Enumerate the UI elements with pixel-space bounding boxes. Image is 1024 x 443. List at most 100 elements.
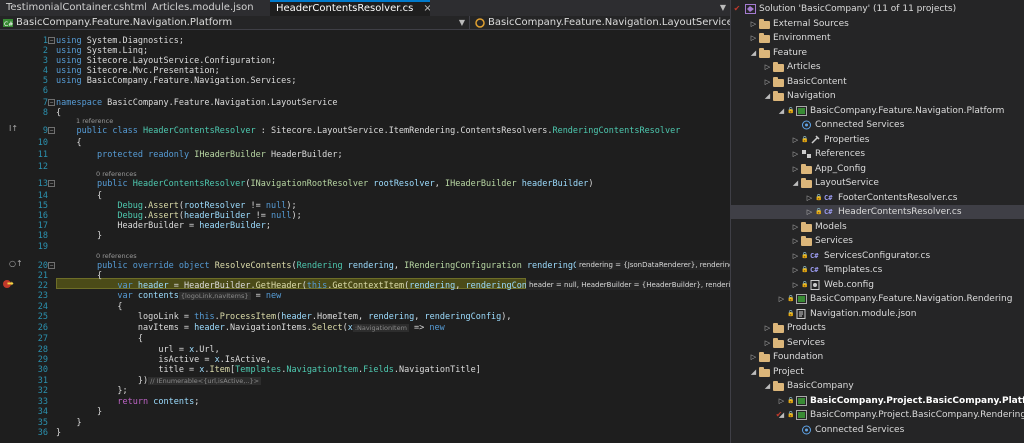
codelens-references[interactable]: 0 references xyxy=(96,252,137,260)
solution-node[interactable]: ▷ Services xyxy=(731,234,1024,248)
inline-debug-values[interactable]: rendering = {JsonDataRenderer}, renderin… xyxy=(576,260,730,270)
expanded-arrow-icon[interactable]: ◢ xyxy=(749,46,758,60)
collapse-toggle[interactable]: − xyxy=(48,180,55,187)
code-line[interactable]: }; xyxy=(56,386,127,396)
solution-node[interactable]: ▷ 🔒 C# Templates.cs xyxy=(731,263,1024,277)
code-line[interactable]: { xyxy=(56,334,143,344)
code-area[interactable]: using System.Diagnostics; using System.Li… xyxy=(56,31,730,443)
solution-node[interactable]: ▷ 🔒 Properties xyxy=(731,133,1024,147)
code-line[interactable]: { xyxy=(56,191,102,201)
code-line[interactable]: using System.Diagnostics; xyxy=(56,36,184,46)
code-line[interactable]: HeaderBuilder = headerBuilder; xyxy=(56,221,271,231)
collapsed-arrow-icon[interactable]: ▷ xyxy=(791,263,800,277)
collapsed-arrow-icon[interactable]: ▷ xyxy=(749,350,758,364)
tab-articles-module[interactable]: Articles.module.json xyxy=(146,0,270,16)
collapsed-arrow-icon[interactable]: ▷ xyxy=(805,191,814,205)
collapse-toggle[interactable]: − xyxy=(48,37,55,44)
override-icon[interactable]: ○↑ xyxy=(9,259,23,268)
code-line[interactable]: logoLink = this.ProcessItem(header.HomeI… xyxy=(56,312,512,322)
code-line[interactable]: } xyxy=(56,407,102,417)
collapsed-arrow-icon[interactable]: ▷ xyxy=(791,220,800,234)
tab-testimonial-container[interactable]: TestimonialContainer.cshtml xyxy=(0,0,146,16)
code-line[interactable]: using BasicCompany.Feature.Navigation.Se… xyxy=(56,76,297,86)
code-line[interactable]: { xyxy=(56,138,81,148)
code-line[interactable]: using System.Linq; xyxy=(56,46,148,56)
implementation-icon[interactable]: I↑ xyxy=(9,124,18,133)
code-line[interactable]: public override object ResolveContents(R… xyxy=(56,261,609,271)
collapsed-arrow-icon[interactable]: ▷ xyxy=(763,60,772,74)
solution-node[interactable]: Connected Services xyxy=(731,423,1024,437)
code-editor[interactable]: I↑ ○↑ ➡ 1 2 3 4 5 6 7 8 9 10 11 12 13 14 15 16 17 18 19 20 2… xyxy=(0,31,730,443)
collapsed-arrow-icon[interactable]: ▷ xyxy=(791,147,800,161)
solution-node[interactable]: ▷ 🔒 Web.config xyxy=(731,278,1024,292)
collapse-toggle[interactable]: − xyxy=(48,262,55,269)
code-line[interactable]: { xyxy=(56,108,61,118)
solution-node[interactable]: ▷ Foundation xyxy=(731,350,1024,364)
collapse-toggle[interactable]: − xyxy=(48,127,55,134)
solution-node[interactable]: ▷ 🔒 BasicCompany.Feature.Navigation.Render… xyxy=(731,292,1024,306)
solution-node[interactable]: ▷ 🔒 C# FooterContentsResolver.cs xyxy=(731,191,1024,205)
code-line[interactable]: public HeaderContentsResolver(INavigatio… xyxy=(56,179,594,189)
solution-node[interactable]: ▷ Environment xyxy=(731,31,1024,45)
solution-node[interactable]: ▷ External Sources xyxy=(731,17,1024,31)
collapsed-arrow-icon[interactable]: ▷ xyxy=(791,249,800,263)
code-line[interactable]: navItems = header.NavigationItems.Select… xyxy=(56,323,445,333)
solution-node[interactable]: ▷ Articles xyxy=(731,60,1024,74)
solution-node[interactable]: ◢ Navigation xyxy=(731,89,1024,103)
solution-node[interactable]: ◢ ✔ 🔒 BasicCompany.Project.BasicCompany.Ren… xyxy=(731,408,1024,422)
solution-node[interactable]: ▷ Products xyxy=(731,321,1024,335)
project-selector[interactable]: C# BasicCompany.Feature.Navigation.Platf… xyxy=(0,16,470,30)
member-selector[interactable]: BasicCompany.Feature.Navigation.LayoutSe… xyxy=(470,16,730,30)
collapsed-arrow-icon[interactable]: ▷ xyxy=(791,133,800,147)
collapse-toggle[interactable]: − xyxy=(48,99,55,106)
solution-node[interactable]: ◢ 🔒 BasicCompany.Feature.Navigation.Platfo… xyxy=(731,104,1024,118)
expanded-arrow-icon[interactable]: ◢ xyxy=(791,176,800,190)
code-line[interactable]: return contents; xyxy=(56,397,199,407)
solution-node[interactable]: ◢ LayoutService xyxy=(731,176,1024,190)
solution-node[interactable]: ▷ App_Config xyxy=(731,162,1024,176)
collapsed-arrow-icon[interactable]: ▷ xyxy=(777,394,786,408)
tab-list-dropdown-icon[interactable]: ▼ xyxy=(720,0,726,16)
code-line[interactable]: Debug.Assert(headerBuilder != null); xyxy=(56,211,301,221)
solution-node[interactable]: ▷ 🔒 C# HeaderContentsResolver.cs xyxy=(731,205,1024,220)
collapsed-arrow-icon[interactable]: ▷ xyxy=(777,292,786,306)
expanded-arrow-icon[interactable]: ◢ xyxy=(749,365,758,379)
solution-node[interactable]: ◢ BasicCompany xyxy=(731,379,1024,393)
code-line[interactable]: })// IEnumerable<{url,isActive,..}> xyxy=(56,376,262,386)
code-line[interactable]: isActive = x.IsActive, xyxy=(56,355,271,365)
code-line[interactable]: { xyxy=(56,271,102,281)
expanded-arrow-icon[interactable]: ◢ xyxy=(777,104,786,118)
expanded-arrow-icon[interactable]: ◢ xyxy=(763,379,772,393)
solution-node[interactable]: Connected Services xyxy=(731,118,1024,132)
code-line[interactable]: using Sitecore.LayoutService.Configurati… xyxy=(56,56,276,66)
collapsed-arrow-icon[interactable]: ▷ xyxy=(791,278,800,292)
code-line[interactable]: } xyxy=(56,428,61,438)
solution-node[interactable]: ◢ Project xyxy=(731,365,1024,379)
code-line[interactable]: url = x.Url, xyxy=(56,345,219,355)
expanded-arrow-icon[interactable]: ◢ xyxy=(763,89,772,103)
code-line[interactable]: Debug.Assert(rootResolver != null); xyxy=(56,201,296,211)
solution-node[interactable]: ✔ Solution 'BasicCompany' (11 of 11 proje… xyxy=(731,2,1024,16)
solution-node[interactable]: ▷ BasicContent xyxy=(731,75,1024,89)
solution-node[interactable]: ▷ Models xyxy=(731,220,1024,234)
code-line[interactable]: protected readonly IHeaderBuilder Header… xyxy=(56,150,343,160)
collapsed-arrow-icon[interactable]: ▷ xyxy=(763,336,772,350)
solution-node[interactable]: ▷ 🔒 BasicCompany.Project.BasicCompany.Plat… xyxy=(731,394,1024,408)
collapsed-arrow-icon[interactable]: ▷ xyxy=(749,17,758,31)
close-icon[interactable]: × xyxy=(423,2,430,16)
collapsed-arrow-icon[interactable]: ▷ xyxy=(805,205,814,219)
solution-node[interactable]: 🔒 Navigation.module.json xyxy=(731,307,1024,321)
collapsed-arrow-icon[interactable]: ▷ xyxy=(749,31,758,45)
solution-node[interactable]: ▷ References xyxy=(731,147,1024,161)
code-line[interactable]: title = x.Item[Templates.NavigationItem.… xyxy=(56,365,481,375)
code-line[interactable]: } xyxy=(56,231,102,241)
solution-node[interactable]: ▷ 🔒 C# ServicesConfigurator.cs xyxy=(731,249,1024,263)
code-line[interactable]: public class HeaderContentsResolver : Si… xyxy=(56,126,680,136)
collapsed-arrow-icon[interactable]: ▷ xyxy=(763,75,772,89)
codelens-references[interactable]: 0 references xyxy=(96,170,137,178)
solution-explorer[interactable]: ✔ Solution 'BasicCompany' (11 of 11 proje… xyxy=(730,0,1024,443)
codelens-references[interactable]: 1 reference xyxy=(76,117,113,125)
collapsed-arrow-icon[interactable]: ▷ xyxy=(791,162,800,176)
collapsed-arrow-icon[interactable]: ▷ xyxy=(791,234,800,248)
code-line[interactable]: } xyxy=(56,418,81,428)
